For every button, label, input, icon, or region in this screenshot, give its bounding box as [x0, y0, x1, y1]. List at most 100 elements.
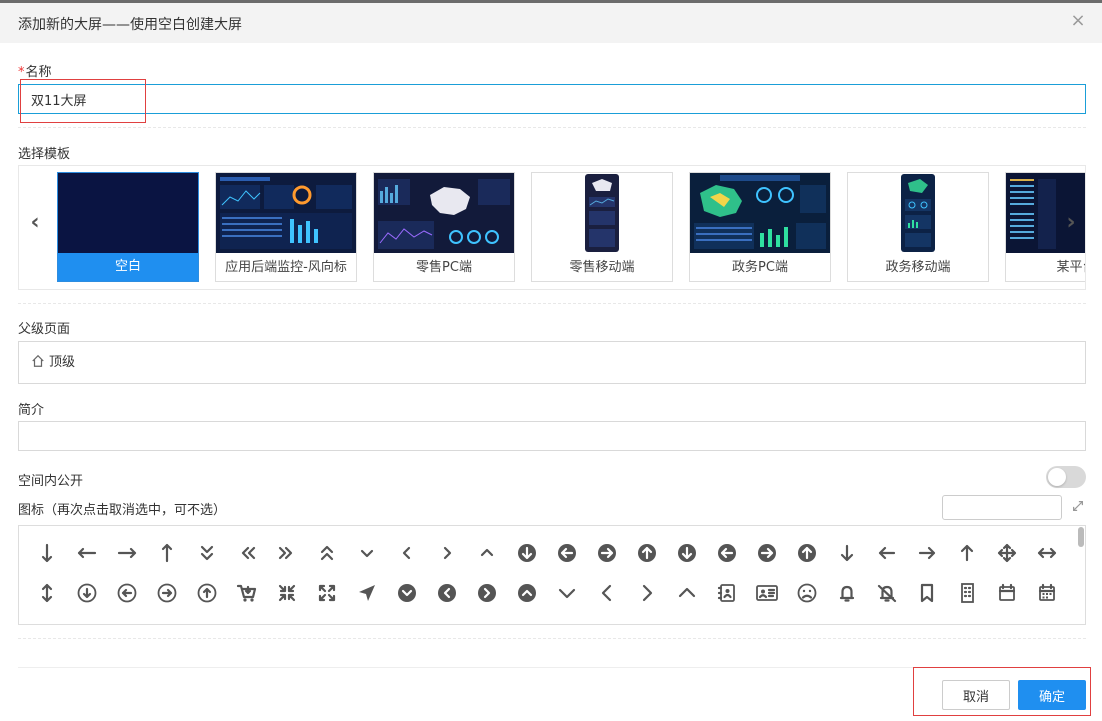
dashboard-thumbnail-image [216, 173, 356, 253]
arrows-h-icon[interactable] [1032, 538, 1062, 568]
cart-arrow-down-icon[interactable] [232, 578, 262, 608]
arrow-right-icon[interactable] [912, 538, 942, 568]
circle-left-o-icon[interactable] [112, 578, 142, 608]
template-name: 空白 [58, 253, 198, 281]
intro-label: 简介 [18, 403, 45, 418]
dialog-header: 添加新的大屏——使用空白创建大屏 × [0, 3, 1102, 43]
circle-arrow-left-icon[interactable] [552, 538, 582, 568]
bell-slash-icon[interactable] [872, 578, 902, 608]
angles-down-icon[interactable] [192, 538, 222, 568]
template-card-blank[interactable]: 空白 [57, 172, 199, 282]
circle-arrow-right-o-icon[interactable] [752, 538, 782, 568]
arrow-left-icon[interactable] [872, 538, 902, 568]
arrow-up-icon[interactable] [952, 538, 982, 568]
chevron-circle-down-icon[interactable] [392, 578, 422, 608]
arrow-up-long-icon[interactable] [152, 538, 182, 568]
circle-arrow-down-o-icon[interactable] [672, 538, 702, 568]
circle-arrow-right-icon[interactable] [592, 538, 622, 568]
icon-row-partial [19, 618, 1079, 624]
carousel-prev-icon[interactable]: ‹ [23, 208, 47, 238]
address-book-icon[interactable] [712, 578, 742, 608]
template-name: 某平台 [1056, 260, 1085, 275]
chevron-circle-left-icon[interactable] [432, 578, 462, 608]
divider [18, 638, 1086, 639]
arrow-right-long-icon[interactable] [112, 538, 142, 568]
close-icon[interactable]: × [1068, 11, 1088, 31]
location-arrow-icon[interactable] [352, 578, 382, 608]
required-mark: * [18, 65, 25, 80]
name-input[interactable] [18, 84, 1086, 114]
template-card-backend-monitor[interactable]: 应用后端监控-风向标 [215, 172, 357, 282]
toggle-knob [1048, 468, 1066, 486]
template-card-retail-mobile[interactable]: 零售移动端 [531, 172, 673, 282]
template-name: 政务移动端 [885, 260, 951, 275]
chevron-up-icon[interactable] [672, 578, 702, 608]
icon-picker-grid [18, 525, 1086, 625]
template-name: 零售PC端 [416, 260, 472, 275]
calendar-days-icon[interactable] [1032, 578, 1062, 608]
arrow-down-icon[interactable] [832, 538, 862, 568]
footer-divider [18, 667, 1086, 668]
circle-down-o-icon[interactable] [72, 578, 102, 608]
bookmark-icon[interactable] [912, 578, 942, 608]
template-thumb [58, 173, 198, 253]
expand-icon[interactable] [312, 578, 342, 608]
public-label: 空间内公开 [18, 474, 84, 489]
icon-search-input[interactable] [942, 495, 1062, 520]
dialog-title: 添加新的大屏——使用空白创建大屏 [18, 17, 242, 33]
arrows-v-icon[interactable] [32, 578, 62, 608]
arrow-left-long-icon[interactable] [72, 538, 102, 568]
dashboard-thumbnail-image [374, 173, 514, 253]
template-card-gov-pc[interactable]: 政务PC端 [689, 172, 831, 282]
parent-label: 父级页面 [18, 322, 71, 337]
angle-right-icon[interactable] [432, 538, 462, 568]
expand-icon[interactable] [1070, 499, 1086, 515]
calendar-icon[interactable] [992, 578, 1022, 608]
icon-row [19, 538, 1079, 578]
circle-arrow-left-o-icon[interactable] [712, 538, 742, 568]
home-icon [32, 354, 44, 367]
cancel-button[interactable]: 取消 [942, 680, 1010, 710]
parent-page-select[interactable]: 顶级 [18, 341, 1086, 384]
angle-up-icon[interactable] [472, 538, 502, 568]
name-label-wrap: *名称 [18, 61, 52, 80]
template-card-retail-pc[interactable]: 零售PC端 [373, 172, 515, 282]
arrow-down-long-icon[interactable] [32, 538, 62, 568]
circle-arrow-up-o-icon[interactable] [792, 538, 822, 568]
template-label: 选择模板 [18, 147, 71, 162]
circle-up-o-icon[interactable] [192, 578, 222, 608]
template-card-gov-mobile[interactable]: 政务移动端 [847, 172, 989, 282]
intro-input[interactable] [18, 421, 1086, 451]
public-toggle[interactable] [1046, 466, 1086, 488]
circle-arrow-down-icon[interactable] [512, 538, 542, 568]
carousel-next-icon[interactable]: › [1059, 208, 1083, 238]
icon-grid-scrollbar[interactable] [1078, 527, 1084, 547]
angles-up-icon[interactable] [312, 538, 342, 568]
circle-right-o-icon[interactable] [152, 578, 182, 608]
divider [18, 127, 1086, 128]
chevron-circle-up-icon[interactable] [512, 578, 542, 608]
dashboard-thumbnail-image [690, 173, 830, 253]
bell-icon[interactable] [832, 578, 862, 608]
compress-icon[interactable] [272, 578, 302, 608]
icon-label: 图标（再次点击取消选中，可不选） [18, 503, 227, 518]
parent-page-value: 顶级 [49, 355, 76, 370]
divider [18, 303, 1086, 304]
arrows-move-icon[interactable] [992, 538, 1022, 568]
confirm-button[interactable]: 确定 [1018, 680, 1086, 710]
angle-left-icon[interactable] [392, 538, 422, 568]
chevron-down-icon[interactable] [552, 578, 582, 608]
building-icon[interactable] [952, 578, 982, 608]
frown-icon[interactable] [792, 578, 822, 608]
dashboard-thumbnail-image [848, 173, 988, 253]
template-carousel: ‹ 空白 应用后端监控-风向标 零售PC端 零售移动端 政务PC端 政务移动端 … [18, 165, 1086, 290]
dashboard-thumbnail-image [532, 173, 672, 253]
chevron-right-icon[interactable] [632, 578, 662, 608]
circle-arrow-up-icon[interactable] [632, 538, 662, 568]
chevron-circle-right-icon[interactable] [472, 578, 502, 608]
angle-down-icon[interactable] [352, 538, 382, 568]
angles-left-icon[interactable] [232, 538, 262, 568]
address-card-icon[interactable] [752, 578, 782, 608]
chevron-left-icon[interactable] [592, 578, 622, 608]
angles-right-icon[interactable] [272, 538, 302, 568]
